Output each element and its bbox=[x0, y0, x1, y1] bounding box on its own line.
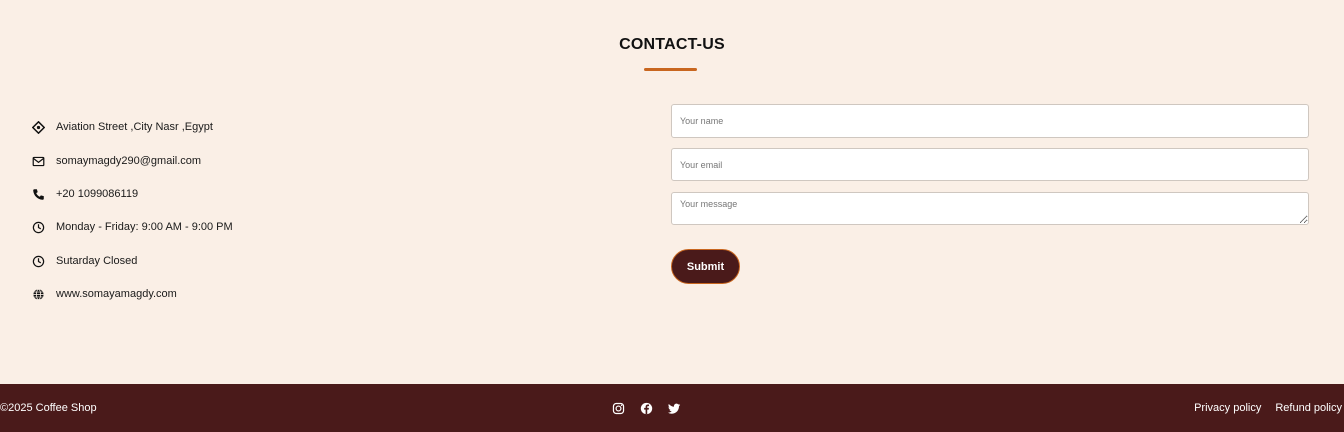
footer: ©2025 Coffee Shop Privacy policy Refund … bbox=[0, 384, 1344, 432]
submit-button[interactable]: Submit bbox=[671, 249, 740, 284]
info-website: www.somayamagdy.com bbox=[31, 284, 431, 304]
footer-links: Privacy policy Refund policy bbox=[1194, 402, 1342, 414]
clock-icon bbox=[31, 220, 45, 234]
clock-icon bbox=[31, 254, 45, 268]
message-textarea[interactable] bbox=[671, 192, 1309, 225]
info-email: somaymagdy290@gmail.com bbox=[31, 151, 431, 171]
contact-section: CONTACT-US Aviation Street ,City Nasr ,E… bbox=[0, 0, 1344, 384]
info-email-text: somaymagdy290@gmail.com bbox=[56, 155, 202, 167]
info-address: Aviation Street ,City Nasr ,Egypt bbox=[31, 117, 431, 137]
instagram-icon bbox=[612, 402, 625, 415]
copyright-text: ©2025 Coffee Shop bbox=[0, 402, 97, 414]
facebook-icon bbox=[640, 402, 653, 415]
info-hours-weekdays-text: Monday - Friday: 9:00 AM - 9:00 PM bbox=[56, 221, 233, 233]
instagram-link[interactable] bbox=[611, 401, 625, 415]
privacy-policy-link[interactable]: Privacy policy bbox=[1194, 402, 1261, 414]
name-input[interactable] bbox=[671, 104, 1309, 138]
phone-icon bbox=[31, 187, 45, 201]
info-address-text: Aviation Street ,City Nasr ,Egypt bbox=[56, 121, 213, 133]
info-hours-saturday: Sutarday Closed bbox=[31, 251, 431, 271]
section-title: CONTACT-US bbox=[619, 36, 725, 53]
info-phone-text: +20 1099086119 bbox=[56, 188, 139, 200]
location-icon bbox=[31, 120, 45, 134]
info-phone: +20 1099086119 bbox=[31, 184, 431, 204]
twitter-icon bbox=[667, 402, 681, 415]
info-hours-saturday-text: Sutarday Closed bbox=[56, 255, 138, 267]
title-underline bbox=[644, 68, 697, 71]
globe-icon bbox=[31, 287, 45, 301]
twitter-link[interactable] bbox=[667, 401, 681, 415]
email-input[interactable] bbox=[671, 148, 1309, 181]
envelope-icon bbox=[31, 154, 45, 168]
info-website-text: www.somayamagdy.com bbox=[56, 288, 177, 300]
refund-policy-link[interactable]: Refund policy bbox=[1275, 402, 1342, 414]
social-links bbox=[611, 401, 681, 415]
info-hours-weekdays: Monday - Friday: 9:00 AM - 9:00 PM bbox=[31, 217, 431, 237]
facebook-link[interactable] bbox=[639, 401, 653, 415]
